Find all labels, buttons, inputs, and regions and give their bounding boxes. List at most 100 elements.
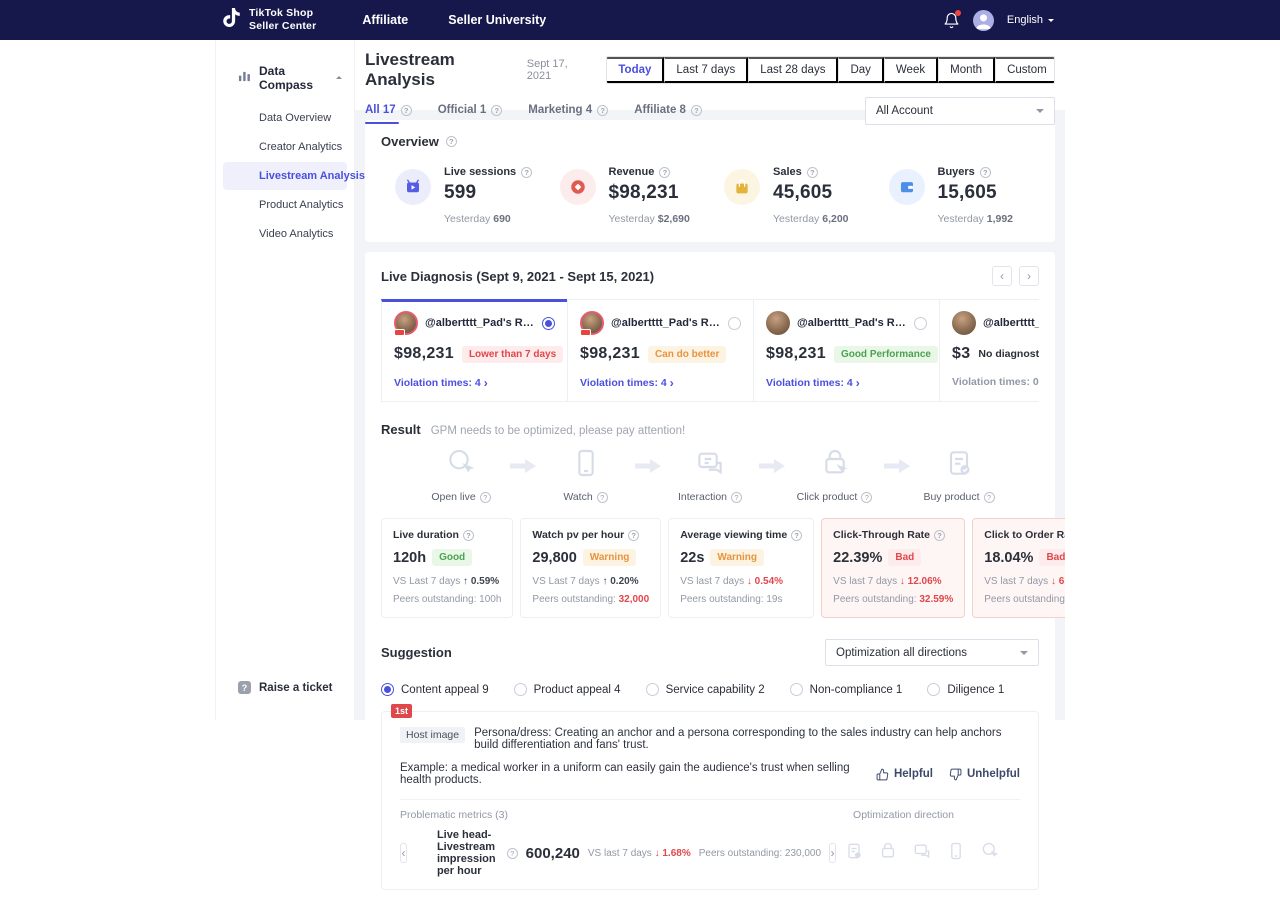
range-month[interactable]: Month [938,57,995,83]
nav-seller-university[interactable]: Seller University [448,13,546,27]
nav-affiliate[interactable]: Affiliate [362,13,408,27]
metric-average-viewing-time: Average viewing time 22sWarning VS last … [668,518,814,618]
tab-marketing[interactable]: Marketing 4 [528,104,608,124]
account-filter-select[interactable]: All Account [865,97,1055,125]
problematic-metric-label: Live head- Livestream impression per hou… [437,829,499,877]
buyers-icon [889,169,925,205]
diagnosis-radio-3[interactable] [914,317,927,330]
suggestion-card: 1st Host image Persona/dress: Creating a… [381,711,1039,890]
funnel-step-open-live: Open live [417,447,505,503]
range-custom[interactable]: Custom [995,57,1055,83]
help-icon [401,105,412,116]
sidebar-item-video-analytics[interactable]: Video Analytics [223,220,347,248]
kpi-yesterday: Yesterday $2,690 [609,213,690,225]
helpful-button[interactable]: Helpful [876,768,933,781]
sidebar-item-creator-analytics[interactable]: Creator Analytics [223,133,347,161]
bar-chart-icon [238,70,251,86]
kpi-value: 45,605 [773,182,849,204]
chevron-down-icon [1020,651,1028,659]
chevron-down-icon [1036,109,1044,117]
tab-official[interactable]: Official 1 [438,104,503,124]
kpi-sales: Sales 45,605 Yesterday 6,200 [710,166,875,225]
suggestion-options: Content appeal 9 Product appeal 4 Servic… [381,683,1039,696]
tab-affiliate[interactable]: Affiliate 8 [634,104,702,124]
metric-vs: VS last 7 days ↓ 1.68% [588,848,691,859]
diagnosis-radio-2[interactable] [728,317,741,330]
funnel-step-watch: Watch [542,447,630,503]
sidebar-item-livestream-analysis[interactable]: Livestream Analysis [223,162,347,190]
left-margin [0,40,215,720]
tiktok-note-icon [222,7,241,33]
diagnosis-next-button[interactable] [1019,266,1039,286]
option-diligence[interactable]: Diligence 1 [927,683,1004,696]
sidebar-section-label: Data Compass [259,64,328,92]
violation-times-link[interactable]: Violation times: 4 [766,376,927,390]
arrow-right-icon [884,459,910,478]
funnel-step-click-product: Click product [791,447,879,503]
help-icon [491,105,502,116]
tiktok-shop-logo[interactable]: TikTok ShopSeller Center [222,7,316,33]
help-icon [507,848,518,859]
problematic-metrics-label: Problematic metrics (3) [400,809,508,821]
user-avatar[interactable] [973,10,994,31]
metric-prev-button[interactable] [400,843,407,863]
buy-product-icon [844,841,864,866]
notification-dot [955,10,961,16]
sidebar-item-data-overview[interactable]: Data Overview [223,104,347,132]
creator-avatar [580,311,604,335]
kpi-revenue: Revenue $98,231 Yesterday $2,690 [546,166,711,225]
watch-icon [946,841,966,866]
radio-icon [790,683,803,696]
option-content-appeal[interactable]: Content appeal 9 [381,683,489,696]
diagnosis-prev-button[interactable] [992,266,1012,286]
kpi-value: 599 [444,182,532,204]
status-badge: Good [432,549,472,566]
metric-cards: Live duration 120hGood VS Last 7 days ↑ … [381,518,1039,618]
diagnosis-card-3[interactable]: @albertttt_Pad's Revenue $98,231 Good Pe… [753,299,940,402]
diagnosis-radio-1[interactable] [542,317,555,330]
optimization-filter-select[interactable]: Optimization all directions [825,639,1039,666]
sidebar-item-product-analytics[interactable]: Product Analytics [223,191,347,219]
main-content: Livestream Analysis Sept 17, 2021 Today … [355,40,1065,720]
sidebar: Data Compass Data Overview Creator Analy… [215,40,355,720]
range-day[interactable]: Day [838,57,883,83]
notification-bell-icon[interactable] [943,12,960,29]
diagnosis-card-2[interactable]: @albertttt_Pad's Revene $98,231 Can do b… [567,299,754,402]
range-today[interactable]: Today [607,57,664,83]
overview-title: Overview [381,134,439,149]
kpi-value: $98,231 [609,182,690,204]
sidebar-section-data-compass[interactable]: Data Compass [216,64,354,92]
violation-times-link[interactable]: Violation times: 4 [394,376,555,390]
radio-icon [381,683,394,696]
diagnosis-card-4[interactable]: @albertttt_Pad' $3 No diagnostic con Vio… [939,299,1039,402]
diagnosis-card-1[interactable]: @albertttt_Pad's Revenue $98,231 Lower t… [381,299,568,402]
kpi-yesterday: Yesterday 690 [444,213,532,225]
status-badge: Lower than 7 days [462,346,563,363]
live-badge [580,329,591,336]
metric-next-button[interactable] [829,843,836,863]
rank-badge: 1st [391,704,412,718]
unhelpful-button[interactable]: Unhelpful [949,768,1020,781]
funnel-step-buy-product: Buy product [915,447,1003,503]
metric-watch-pv-per-hour: Watch pv per hour 29,800Warning VS Last … [520,518,661,618]
violation-times-label: Violation times: 0 [952,376,1039,388]
open-live-icon [980,841,1000,866]
tab-all[interactable]: All 17 [365,104,412,124]
help-icon [446,136,457,147]
raise-a-ticket-label: Raise a ticket [259,682,333,694]
raise-a-ticket[interactable]: Raise a ticket [238,681,333,694]
option-non-compliance[interactable]: Non-compliance 1 [790,683,903,696]
range-last-7-days[interactable]: Last 7 days [664,57,748,83]
top-nav: Affiliate Seller University [362,13,546,27]
diagnosis-cards: @albertttt_Pad's Revenue $98,231 Lower t… [381,299,1039,402]
language-selector[interactable]: English [1007,14,1054,26]
option-service-capability[interactable]: Service capability 2 [646,683,765,696]
range-week[interactable]: Week [884,57,938,83]
overview-section: Overview Live sessions 599 Yesterday 690 [365,120,1055,242]
option-product-appeal[interactable]: Product appeal 4 [514,683,621,696]
violation-times-link[interactable]: Violation times: 4 [580,376,741,390]
interaction-icon [912,841,932,866]
range-last-28-days[interactable]: Last 28 days [748,57,838,83]
sales-icon [724,169,760,205]
kpi-yesterday: Yesterday 6,200 [773,213,849,225]
